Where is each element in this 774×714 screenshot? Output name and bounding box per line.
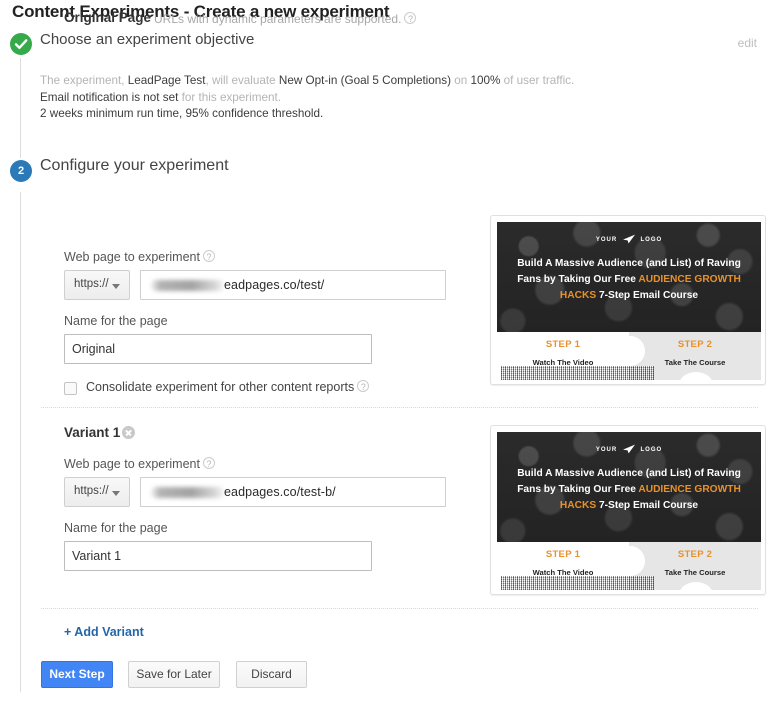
edit-link[interactable]: edit [738,36,757,50]
paper-plane-icon [622,444,636,456]
variant-name-value: Variant 1 [72,549,122,563]
variant-heading-text: Variant 1 [64,425,121,440]
variant-name-label: Name for the page [64,521,168,535]
thumbnail-hero: YOUR LOGO Build A Massive Audience (and … [497,432,761,542]
section-divider [41,407,758,408]
original-page-title: Original Page [64,10,152,25]
summary-line-1: The experiment, LeadPage Test, will eval… [40,73,574,90]
original-name-value: Original [72,342,116,356]
thumbnail-video-placeholder [501,366,654,380]
summary-text: The experiment, [40,74,128,87]
step-2-title: Configure your experiment [40,157,229,174]
summary-text: of user traffic. [500,74,575,87]
add-variant-link[interactable]: + Add Variant [64,625,144,639]
thumbnail-hero: YOUR LOGO Build A Massive Audience (and … [497,222,761,332]
variant-url-input[interactable]: eadpages.co/test-b/ [140,477,446,507]
redacted-domain-prefix [151,487,225,498]
headline-part-b: 7-Step Email Course [596,290,699,301]
step-1-header: Choose an experiment objective edit [0,30,774,58]
section-divider [41,608,758,609]
step-2-header: 2 Configure your experiment [0,157,774,185]
consolidate-checkbox[interactable] [64,382,77,395]
discard-button[interactable]: Discard [236,661,307,688]
summary-text: on [451,74,471,87]
logo-text-right: LOGO [640,237,663,243]
chevron-down-icon [112,491,120,496]
variant-protocol-select[interactable]: https:// [64,477,130,507]
help-icon[interactable]: ? [202,457,215,469]
thumbnail-notch [615,336,645,366]
summary-experiment-name: LeadPage Test [127,74,206,87]
variant-heading: Variant 1 [64,425,135,440]
step-connector-line-2 [20,192,21,692]
redacted-domain-prefix [151,280,225,291]
help-icon[interactable]: ? [404,12,417,24]
paper-plane-icon [622,234,636,246]
summary-text: for this experiment. [178,90,282,104]
thumbnail-logo: YOUR LOGO [497,234,761,246]
variant-web-page-label: Web page to experiment? [64,457,215,471]
save-for-later-button[interactable]: Save for Later [128,661,220,688]
summary-traffic-percent: 100% [470,74,501,87]
summary-line-3: 2 weeks minimum run time, 95% confidence… [40,106,574,123]
original-web-page-label-text: Web page to experiment [64,250,200,264]
step-1-title: Choose an experiment objective [40,31,255,48]
logo-text-right: LOGO [640,447,663,453]
variant-web-page-label-text: Web page to experiment [64,457,200,471]
consolidate-label-text: Consolidate experiment for other content… [86,380,355,394]
thumbnail-logo: YOUR LOGO [497,444,761,456]
original-url-input[interactable]: eadpages.co/test/ [140,270,446,300]
summary-runtime: 2 weeks minimum run time, 95% confidence… [40,107,324,120]
thumbnail-video-placeholder [501,576,654,590]
variant-protocol-value: https:// [74,485,109,497]
headline-part-b: 7-Step Email Course [596,500,699,511]
help-icon[interactable]: ? [202,250,215,262]
step-connector-line-1 [20,58,21,158]
thumbnail-step-2-title: STEP 2 [677,339,713,350]
original-protocol-select[interactable]: https:// [64,270,130,300]
next-step-button[interactable]: Next Step [41,661,113,688]
original-page-preview-card[interactable]: YOUR LOGO Build A Massive Audience (and … [490,215,766,385]
variant-page-preview-card[interactable]: YOUR LOGO Build A Massive Audience (and … [490,425,766,595]
summary-text: , will evaluate [205,74,279,87]
original-name-label: Name for the page [64,314,168,328]
logo-text-left: YOUR [595,447,618,453]
logo-text-left: YOUR [595,237,618,243]
summary-email-status: Email notification is not set [40,90,179,104]
thumbnail-notch [615,546,645,576]
thumbnail-step-2-title: STEP 2 [677,549,713,560]
thumbnail-step-1-title: STEP 1 [545,549,581,560]
summary-objective: New Opt-in (Goal 5 Completions) [278,74,452,87]
remove-circle-icon[interactable] [122,426,135,439]
check-circle-icon [10,33,32,55]
original-protocol-value: https:// [74,278,109,290]
original-page-subtitle-text: URLs with dynamic parameters are support… [154,12,402,26]
original-url-value: eadpages.co/test/ [224,278,325,292]
step-2-badge: 2 [10,160,32,182]
thumbnail-headline: Build A Massive Audience (and List) of R… [505,256,753,304]
experiment-summary: The experiment, LeadPage Test, will eval… [40,73,574,123]
page-thumbnail: YOUR LOGO Build A Massive Audience (and … [497,222,761,380]
variant-name-input[interactable]: Variant 1 [64,541,372,571]
original-page-subtitle: URLs with dynamic parameters are support… [154,12,417,26]
thumbnail-headline: Build A Massive Audience (and List) of R… [505,466,753,514]
original-name-input[interactable]: Original [64,334,372,364]
summary-line-2: Email notification is not set for this e… [40,90,574,107]
original-web-page-label: Web page to experiment? [64,250,215,264]
help-icon[interactable]: ? [357,380,370,392]
thumbnail-step-1-title: STEP 1 [545,339,581,350]
chevron-down-icon [112,284,120,289]
page-thumbnail: YOUR LOGO Build A Massive Audience (and … [497,432,761,590]
consolidate-label: Consolidate experiment for other content… [86,380,370,394]
variant-url-value: eadpages.co/test-b/ [224,485,336,499]
